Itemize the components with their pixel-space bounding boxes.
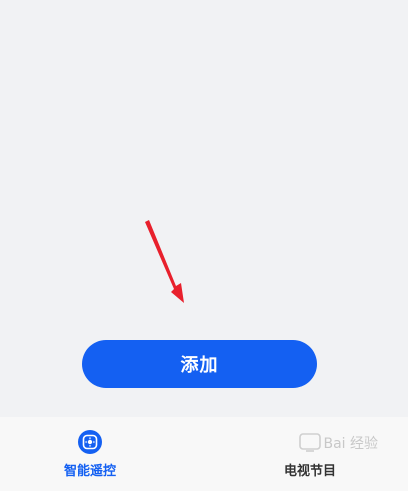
add-button[interactable]: 添加 [82,340,317,388]
watermark: Bai 经验 [323,436,378,452]
nav-label-tv-programs: 电视节目 [283,464,336,479]
nav-item-smart-remote[interactable]: 智能遥控 [30,417,150,491]
nav-item-tv-programs[interactable]: 电视节目 [250,417,370,491]
tv-icon [299,433,321,452]
nav-label-smart-remote: 智能遥控 [63,464,116,479]
bottom-navigation-bar: 智能遥控 电视节目 [0,417,408,491]
remote-control-icon [78,430,102,454]
